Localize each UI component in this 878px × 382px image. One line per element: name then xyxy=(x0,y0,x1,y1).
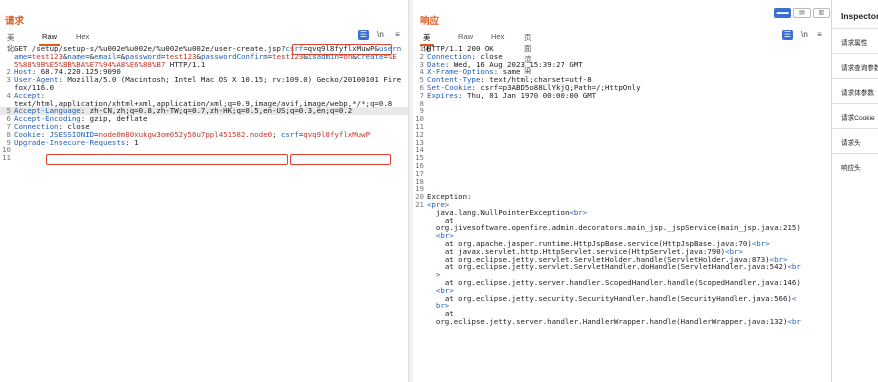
code-line: 10 xyxy=(0,146,408,154)
code-token: on xyxy=(343,51,353,61)
wrap-icon[interactable]: ☰ xyxy=(782,30,793,40)
code-line: 17 xyxy=(413,169,830,178)
code-token: passwordConfirm xyxy=(200,51,268,61)
code-token: Upgrade-Insecure-Requests xyxy=(14,137,126,147)
newline-icon[interactable]: \n xyxy=(375,30,386,40)
line-text xyxy=(427,162,830,170)
request-title: 请求 xyxy=(5,16,25,27)
line-text xyxy=(427,123,830,131)
response-panel: 响应 美化 Raw Hex 页面渲染 ☰ \n ≡ 1 HTTP/1.1 200 … xyxy=(413,0,830,382)
code-token: at org.jivesoftware.openfire.admin.decor… xyxy=(435,215,801,233)
line-text: Upgrade-Insecure-Requests: 1 xyxy=(14,137,408,147)
code-line: 18 xyxy=(413,177,830,186)
code-token: csrf xyxy=(281,129,299,139)
code-token: : Thu, 01 Jan 1970 00:00:00 GMT xyxy=(458,90,597,100)
inspector-section-request-headers[interactable]: 请求头 xyxy=(832,128,878,153)
layout-horizontal-button[interactable]: ▤ xyxy=(793,8,811,18)
menu-icon[interactable]: ≡ xyxy=(392,30,403,40)
code-token: test123 xyxy=(272,51,304,61)
code-line: 11 xyxy=(413,123,830,131)
code-line: 8 xyxy=(413,99,830,108)
code-line: 9 Upgrade-Insecure-Requests: 1 xyxy=(0,137,408,147)
code-line: 4 Accept: text/html,application/xhtml+xml… xyxy=(0,90,408,108)
tab-raw[interactable]: Raw xyxy=(458,32,473,41)
line-text: GET /setup/setup-s/%u002e%u002e/%u002e%u… xyxy=(14,45,408,68)
code-token: at org.eclipse.jetty.server.handler.Hand… xyxy=(435,309,788,326)
code-line: 11 xyxy=(0,154,408,162)
line-text xyxy=(427,115,830,123)
line-text xyxy=(427,146,830,154)
line-text xyxy=(427,178,830,186)
code-line: 12 xyxy=(413,130,830,139)
line-text xyxy=(427,100,830,108)
line-text xyxy=(427,139,830,147)
line-text xyxy=(427,107,830,115)
code-token: at org.eclipse.jetty.server.handler.Scop… xyxy=(444,277,801,287)
code-line: 7 Expires: Thu, 01 Jan 1970 00:00:00 GMT xyxy=(413,90,830,100)
code-token: HTTP/1.1 xyxy=(165,59,206,69)
code-token: at org.eclipse.jetty.security.SecurityHa… xyxy=(444,293,792,303)
code-line: 1 GET /setup/setup-s/%u002e%u002e/%u002e%… xyxy=(0,45,408,68)
tab-hex[interactable]: Hex xyxy=(76,32,89,41)
line-text xyxy=(14,154,408,162)
code-token: <br xyxy=(787,316,801,326)
code-token: : 1 xyxy=(125,137,139,147)
layout-toggle: ▬▬ ▤ ▥ xyxy=(774,8,830,18)
code-line: 14 xyxy=(413,146,830,154)
code-line: 10 xyxy=(413,115,830,123)
inspector-section-cookies[interactable]: 请求Cookie xyxy=(832,103,878,128)
response-title: 响应 xyxy=(420,16,440,27)
code-token: create xyxy=(356,51,384,61)
line-number: 11 xyxy=(2,153,11,163)
code-token: <br> xyxy=(569,207,588,217)
wrap-icon[interactable]: ☰ xyxy=(358,30,369,40)
tab-raw[interactable]: Raw xyxy=(38,32,61,46)
inspector-section-body-params[interactable]: 请求体参数 xyxy=(832,78,878,103)
code-line: 3 User-Agent: Mozilla/5.0 (Macintosh; Int… xyxy=(0,76,408,92)
line-text: Expires: Thu, 01 Jan 1970 00:00:00 GMT xyxy=(427,90,830,100)
code-token: Expires xyxy=(427,90,459,100)
code-line: 20 Exception: xyxy=(413,193,830,201)
newline-icon[interactable]: \n xyxy=(799,30,810,40)
line-number: 1 xyxy=(6,44,11,53)
code-token: <br> xyxy=(751,238,770,248)
tab-hex[interactable]: Hex xyxy=(491,32,504,41)
code-token: : Mozilla/5.0 (Macintosh; Intel Mac OS X… xyxy=(14,75,402,92)
code-line: 15 xyxy=(413,154,830,162)
code-line: 13 xyxy=(413,138,830,147)
line-text xyxy=(427,185,830,193)
line-text xyxy=(427,170,830,178)
line-text xyxy=(14,146,408,154)
code-line: 19 xyxy=(413,185,830,193)
code-token: qvq9l8fyflxMuwP xyxy=(303,129,371,139)
line-number: 3 xyxy=(6,75,11,85)
line-text xyxy=(427,131,830,139)
code-line: 16 xyxy=(413,162,830,170)
line-number: 21 xyxy=(415,199,424,209)
inspector-title: Inspector xyxy=(841,11,878,21)
line-text: User-Agent: Mozilla/5.0 (Macintosh; Inte… xyxy=(14,76,408,92)
code-token: at org.eclipse.jetty.servlet.ServletHand… xyxy=(444,262,788,272)
code-token: : gzip, deflate xyxy=(80,114,148,124)
line-text xyxy=(427,154,830,162)
layout-split-button[interactable]: ▬▬ xyxy=(774,8,792,18)
line-text: Exception: xyxy=(427,193,830,201)
line-number: 4 xyxy=(6,90,11,100)
code-token: isadmin xyxy=(307,51,339,61)
line-text: Accept: text/html,application/xhtml+xml,… xyxy=(14,90,408,108)
inspector-section-response-headers[interactable]: 响应头 xyxy=(832,153,878,178)
code-line: 21 <pre> java.lang.NullPointerException<b… xyxy=(413,201,830,326)
code-token: : text/html,application/xhtml+xml,applic… xyxy=(14,90,393,108)
menu-icon[interactable]: ≡ xyxy=(814,30,825,40)
code-line: 9 xyxy=(413,107,830,115)
inspector-section-query-params[interactable]: 请求查询参数 xyxy=(832,53,878,78)
inspector-section-request-attributes[interactable]: 请求属性 xyxy=(832,28,878,53)
request-editor[interactable]: 1 GET /setup/setup-s/%u002e%u002e/%u002e%… xyxy=(0,45,408,162)
code-token: ; xyxy=(272,129,282,139)
request-panel: 请求 美化 Raw Hex ☰ \n ≡ 1 GET /setup/setup-s… xyxy=(0,0,408,382)
response-editor[interactable]: 1 HTTP/1.1 200 OK 2 Connection: close 3 Date:… xyxy=(413,45,830,326)
line-text: <pre> java.lang.NullPointerException<br>… xyxy=(427,201,830,326)
inspector-panel: Inspector 请求属性 请求查询参数 请求体参数 请求Cookie 请求头… xyxy=(831,0,878,382)
layout-vertical-button[interactable]: ▥ xyxy=(812,8,830,18)
